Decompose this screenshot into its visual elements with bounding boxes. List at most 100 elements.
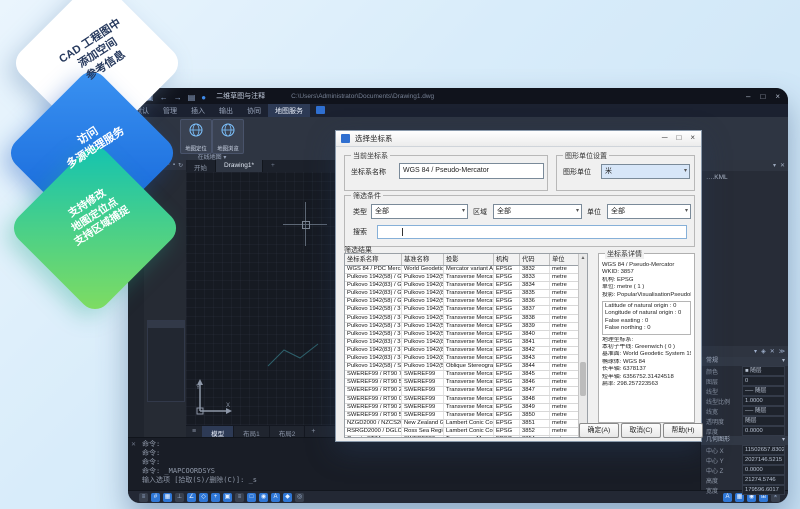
search-input[interactable] [377,225,687,239]
file-tab-开始[interactable]: 开始 [186,160,216,172]
vertical-scrollbar[interactable]: ▲ ▼ [578,254,587,437]
filter-combobox-类型[interactable]: 全部▾ [371,204,468,219]
workspace-switch-icon[interactable]: ◆ [283,493,292,502]
osnap-icon[interactable]: ◇ [199,493,208,502]
ribbon-button-地图定位[interactable]: 地图定位 [180,119,212,154]
annotation-icon[interactable]: A [271,493,280,502]
table-row[interactable]: Pulkovo 1942(58) / 3-degree Gauss-Kruger… [345,331,587,339]
undo-icon[interactable]: ← [160,93,168,102]
close-icon[interactable]: ✕ [131,441,136,448]
ok-button[interactable]: 确定(A) [579,423,619,438]
table-row[interactable]: WGS 84 / PDC MercatorWorld Geodetic Syst… [345,266,587,274]
otrack-icon[interactable]: + [211,493,220,502]
toolbar-icon-1[interactable]: ◈ [761,348,766,355]
print-icon[interactable]: ▤ [188,93,196,102]
toolbar-icon-0[interactable]: ▾ [754,348,757,355]
property-value[interactable]: ■ 随层 [742,366,785,376]
section-header-常规[interactable]: 常规▾ [701,357,788,366]
filter-combobox-单位[interactable]: 全部▾ [607,204,691,219]
table-row[interactable]: Pulkovo 1942(83) / 3-degree Gauss-Kruger… [345,355,587,363]
dialog-close-icon[interactable]: × [690,133,695,142]
table-row[interactable]: Pulkovo 1942(83) / 3-degree Gauss-Kruger… [345,347,587,355]
column-header-坐标系名称[interactable]: 坐标系名称 [345,254,402,265]
table-row[interactable]: SWEREF99 / RT90 2.5 gon V emulationSWERE… [345,387,587,395]
snap-icon[interactable]: ▦ [163,493,172,502]
table-row[interactable]: Pulkovo 1942(58) / 3-degree Gauss-Kruger… [345,323,587,331]
filter-combobox-区域[interactable]: 全部▾ [493,204,582,219]
dialog-window-controls[interactable]: ─ □ × [662,133,695,142]
property-value[interactable]: 随层 [742,416,785,426]
column-header-代码[interactable]: 代码 [520,254,550,265]
property-value[interactable]: 0.0000 [742,426,785,436]
help-button[interactable]: 帮助(H) [663,423,703,438]
file-tab-Drawing1*[interactable]: Drawing1* [216,160,263,172]
property-value[interactable]: 2027146.5215 [742,455,785,465]
refresh-icon[interactable]: ● [201,93,206,102]
dynamic-input-icon[interactable]: ▣ [223,493,232,502]
property-value[interactable]: 11502657.8302 [742,445,785,455]
table-row[interactable]: Pulkovo 1942(58) / Gauss-Kruger zone 4Pu… [345,298,587,306]
workspace-switcher[interactable]: 二维草图与注释 [216,91,265,101]
command-line-panel[interactable]: ✕ 命令:命令:命令:命令: _MAPCOORDSYS输入选项 [拾取(S)/删… [128,437,700,490]
ribbon-tab-插入[interactable]: 插入 [184,104,212,117]
table-row[interactable]: Pulkovo 1942(58) / Gauss-Kruger zone 2Pu… [345,274,587,282]
column-header-机构[interactable]: 机构 [494,254,520,265]
property-value[interactable]: 1.0000 [742,396,785,406]
properties-toolbar[interactable]: ▾ ◈ ✕ ≫ [701,346,788,357]
table-body[interactable]: WGS 84 / PDC MercatorWorld Geodetic Syst… [345,266,587,438]
scrollbar-thumb[interactable] [580,362,586,396]
property-value[interactable]: 21274.5746 [742,475,785,485]
column-header-基准名称[interactable]: 基准名称 [402,254,444,265]
table-row[interactable]: Pulkovo 1942(58) / Stereo70Pulkovo 1942(… [345,363,587,371]
property-value[interactable]: 179596.6017 [742,485,785,495]
table-row[interactable]: Pulkovo 1942(58) / 3-degree Gauss-Kruger… [345,306,587,314]
unit-combobox[interactable]: 米▾ [601,164,690,179]
ribbon-tab-协同[interactable]: 协同 [240,104,268,117]
table-row[interactable]: SWEREF99 / RT90 5 gon V emulationSWEREF9… [345,379,587,387]
pin-icon[interactable]: ▾ [773,162,776,169]
property-value[interactable]: 0 [742,376,785,386]
property-value[interactable]: ── 随层 [742,406,785,416]
table-row[interactable]: SWEREF99 / RT90 5 gon O emulationSWEREF9… [345,412,587,420]
table-row[interactable]: Pulkovo 1942(83) / Gauss-Kruger zone 3Pu… [345,290,587,298]
refresh-icon[interactable]: ↻ [178,162,183,169]
toolbar-icon-2[interactable]: ✕ [770,348,775,355]
table-row[interactable]: Pulkovo 1942(58) / 3-degree Gauss-Kruger… [345,315,587,323]
table-row[interactable]: County ST74SWEREF99Transverse MercatorEP… [345,436,587,438]
table-row[interactable]: NZGD2000 / NZCS2000New Zealand Geodetic … [345,420,587,428]
lineweight-icon[interactable]: ≡ [235,493,244,502]
polar-tracking-icon[interactable]: ∠ [187,493,196,502]
maximize-icon[interactable]: □ [760,92,765,101]
selection-cycling-icon[interactable]: ◉ [259,493,268,502]
table-row[interactable]: RSRGD2000 / DGLC2000Ross Sea Region Geod… [345,428,587,436]
table-row[interactable]: SWEREF99 / RT90 2.5 gon O emulationSWERE… [345,404,587,412]
property-value[interactable]: 0.0000 [742,465,785,475]
redo-icon[interactable]: → [174,93,182,102]
isolate-icon[interactable]: ◎ [295,493,304,502]
table-row[interactable]: Pulkovo 1942(83) / Gauss-Kruger zone 2Pu… [345,282,587,290]
dialog-title-bar[interactable]: 选择坐标系 ─□× [336,131,701,147]
table-row[interactable]: Pulkovo 1942(83) / 3-degree Gauss-Kruger… [345,339,587,347]
ortho-icon[interactable]: ⊥ [175,493,184,502]
new-tab-button[interactable]: + [263,160,283,172]
ribbon-extra-icon[interactable] [316,106,325,114]
close-icon[interactable]: ✕ [780,162,785,169]
ribbon-button-地图浏览[interactable]: 地图浏览 [212,119,244,154]
panel-item[interactable]: ….KML [701,171,788,181]
dialog-minimize-icon[interactable]: ─ [662,133,668,142]
table-row[interactable]: SWEREF99 / RT90 0 gon emulationSWEREF99T… [345,396,587,404]
grid-icon[interactable]: # [151,493,160,502]
column-header-投影[interactable]: 投影 [444,254,494,265]
ribbon-tab-地图服务[interactable]: 地图服务 [268,104,310,117]
crs-table[interactable]: 坐标系名称基准名称投影机构代码单位 WGS 84 / PDC MercatorW… [344,253,588,438]
minimize-icon[interactable]: – [746,92,750,101]
ribbon-tab-管理[interactable]: 管理 [156,104,184,117]
model-space-toggle[interactable]: ≡ [139,493,148,502]
cancel-button[interactable]: 取消(C) [621,423,661,438]
toolbar-icon-3[interactable]: ≫ [779,348,785,355]
dialog-maximize-icon[interactable]: □ [676,133,681,142]
close-icon[interactable]: × [775,92,780,101]
window-controls[interactable]: – □ × [746,88,780,104]
ribbon-tab-输出[interactable]: 输出 [212,104,240,117]
scroll-up-icon[interactable]: ▲ [579,254,587,262]
